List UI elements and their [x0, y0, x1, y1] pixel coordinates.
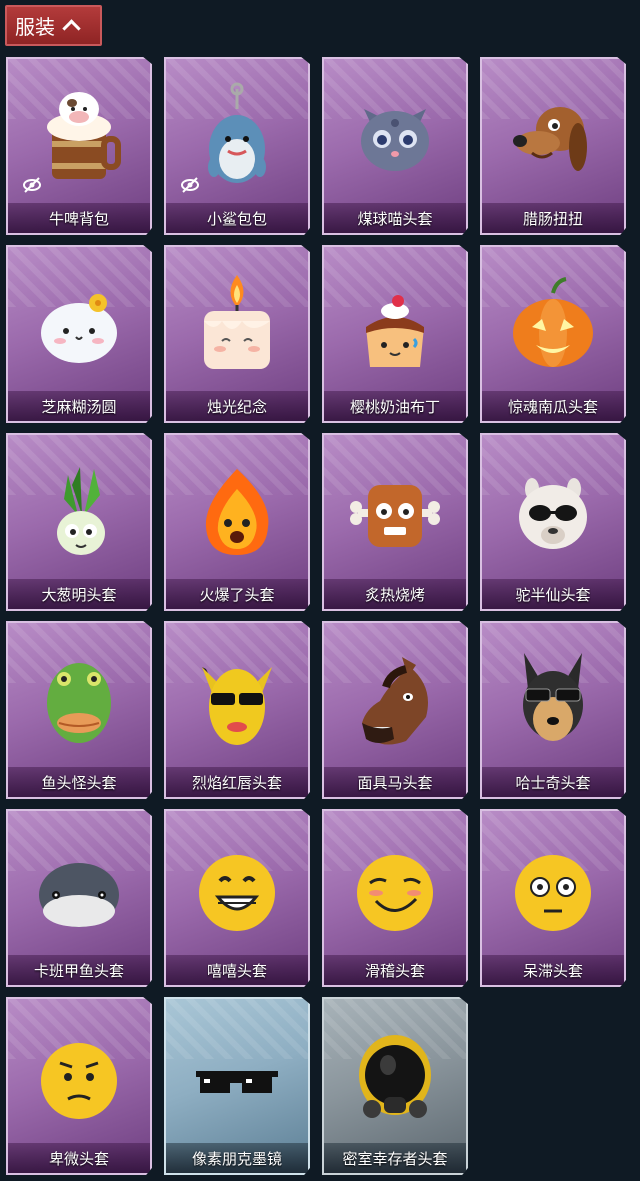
outfit-item-card[interactable]: 密室幸存者头套 — [322, 997, 468, 1175]
outfit-category-title: 服装 — [15, 15, 55, 39]
item-label: 牛啤背包 — [48, 209, 109, 228]
item-label: 火爆了头套 — [199, 585, 275, 604]
item-label-bar: 小鲨包包 — [166, 203, 308, 233]
item-label: 卡班甲鱼头套 — [33, 961, 124, 980]
fish-head-icon — [34, 643, 124, 753]
item-label-bar: 惊魂南瓜头套 — [482, 391, 624, 421]
outfit-item-card[interactable]: 腊肠扭扭 — [480, 57, 626, 235]
item-label: 驼半仙头套 — [515, 585, 591, 604]
shark-backpack-icon — [192, 79, 282, 189]
item-label: 大葱明头套 — [41, 585, 117, 604]
item-label-bar: 烈焰红唇头套 — [166, 767, 308, 797]
item-label-bar: 滑稽头套 — [324, 955, 466, 985]
item-label-bar: 驼半仙头套 — [482, 579, 624, 609]
item-label-bar: 芝麻糊汤圆 — [8, 391, 150, 421]
item-label-bar: 嘻嘻头套 — [166, 955, 308, 985]
outfit-item-card[interactable]: 烈焰红唇头套 — [164, 621, 310, 799]
item-label-bar: 腊肠扭扭 — [482, 203, 624, 233]
outfit-grid: 牛啤背包 小鲨包包 煤球喵头套 腊肠扭扭芝麻糊汤圆 烛光纪念 樱桃奶油布丁 惊魂南瓜头套大葱… — [6, 57, 626, 1175]
pumpkin-head-icon — [508, 267, 598, 377]
item-label-bar: 烛光纪念 — [166, 391, 308, 421]
item-label: 烛光纪念 — [206, 397, 267, 416]
outfit-item-card[interactable]: 樱桃奶油布丁 — [322, 245, 468, 423]
item-label-bar: 煤球喵头套 — [324, 203, 466, 233]
outfit-item-card[interactable]: 卡班甲鱼头套 — [6, 809, 152, 987]
outfit-item-card[interactable]: 大葱明头套 — [6, 433, 152, 611]
item-label-bar: 牛啤背包 — [8, 203, 150, 233]
outfit-item-card[interactable]: 呆滞头套 — [480, 809, 626, 987]
item-label: 炙热烧烤 — [364, 585, 425, 604]
rice-ball-icon — [34, 267, 124, 377]
outfit-item-card[interactable]: 嘻嘻头套 — [164, 809, 310, 987]
item-label: 鱼头怪头套 — [41, 773, 117, 792]
item-label: 哈士奇头套 — [515, 773, 591, 792]
outfit-item-card[interactable]: 哈士奇头套 — [480, 621, 626, 799]
outfit-item-card[interactable]: 像素朋克墨镜 — [164, 997, 310, 1175]
item-label: 樱桃奶油布丁 — [349, 397, 440, 416]
outfit-item-card[interactable]: 鱼头怪头套 — [6, 621, 152, 799]
humble-emoji-head-icon — [34, 1019, 124, 1129]
gas-mask-helmet-icon — [350, 1019, 440, 1129]
alpaca-sunglasses-head-icon — [508, 455, 598, 565]
item-label: 烈焰红唇头套 — [191, 773, 282, 792]
beer-mug-cow-icon — [34, 79, 124, 189]
item-label-bar: 鱼头怪头套 — [8, 767, 150, 797]
outfit-item-card[interactable]: 牛啤背包 — [6, 57, 152, 235]
outfit-item-card[interactable]: 烛光纪念 — [164, 245, 310, 423]
outfit-category-toggle[interactable]: 服装 — [5, 5, 102, 46]
outfit-item-card[interactable]: 小鲨包包 — [164, 57, 310, 235]
item-label: 芝麻糊汤圆 — [41, 397, 117, 416]
item-label-bar: 樱桃奶油布丁 — [324, 391, 466, 421]
item-label: 腊肠扭扭 — [522, 209, 583, 228]
horse-head-icon — [350, 643, 440, 753]
item-label: 卑微头套 — [48, 1149, 109, 1168]
item-label-bar: 火爆了头套 — [166, 579, 308, 609]
scallion-head-icon — [34, 455, 124, 565]
outfit-item-card[interactable]: 炙热烧烤 — [322, 433, 468, 611]
outfit-item-card[interactable]: 卑微头套 — [6, 997, 152, 1175]
item-label-bar: 哈士奇头套 — [482, 767, 624, 797]
outfit-item-card[interactable]: 火爆了头套 — [164, 433, 310, 611]
item-label: 面具马头套 — [357, 773, 433, 792]
item-label: 滑稽头套 — [364, 961, 425, 980]
item-label: 嘻嘻头套 — [206, 961, 267, 980]
husky-head-icon — [508, 643, 598, 753]
chevron-up-icon — [62, 19, 81, 38]
grey-cat-head-icon — [350, 79, 440, 189]
outfit-item-card[interactable]: 驼半仙头套 — [480, 433, 626, 611]
pixel-sunglasses-icon — [192, 1019, 282, 1129]
item-label: 惊魂南瓜头套 — [507, 397, 598, 416]
item-label: 呆滞头套 — [522, 961, 583, 980]
item-label-bar: 炙热烧烤 — [324, 579, 466, 609]
outfit-item-card[interactable]: 煤球喵头套 — [322, 57, 468, 235]
cherry-pudding-icon — [350, 267, 440, 377]
outfit-item-card[interactable]: 面具马头套 — [322, 621, 468, 799]
outfit-item-card[interactable]: 滑稽头套 — [322, 809, 468, 987]
grin-emoji-head-icon — [192, 831, 282, 941]
item-label-bar: 卑微头套 — [8, 1143, 150, 1173]
turtle-head-icon — [34, 831, 124, 941]
item-label-bar: 密室幸存者头套 — [324, 1143, 466, 1173]
item-label-bar: 大葱明头套 — [8, 579, 150, 609]
item-label: 煤球喵头套 — [357, 209, 433, 228]
hidden-eye-icon[interactable] — [22, 175, 42, 195]
item-label-bar: 像素朋克墨镜 — [166, 1143, 308, 1173]
item-label: 像素朋克墨镜 — [191, 1149, 282, 1168]
outfit-item-card[interactable]: 芝麻糊汤圆 — [6, 245, 152, 423]
item-label-bar: 呆滞头套 — [482, 955, 624, 985]
hidden-eye-icon[interactable] — [180, 175, 200, 195]
item-label: 小鲨包包 — [206, 209, 267, 228]
item-label-bar: 面具马头套 — [324, 767, 466, 797]
funny-emoji-head-icon — [350, 831, 440, 941]
outfit-item-card[interactable]: 惊魂南瓜头套 — [480, 245, 626, 423]
flame-head-icon — [192, 455, 282, 565]
yellow-mask-head-icon — [192, 643, 282, 753]
dachshund-head-icon — [508, 79, 598, 189]
candle-head-icon — [192, 267, 282, 377]
bbq-meat-head-icon — [350, 455, 440, 565]
dazed-emoji-head-icon — [508, 831, 598, 941]
item-label: 密室幸存者头套 — [342, 1149, 448, 1168]
item-label-bar: 卡班甲鱼头套 — [8, 955, 150, 985]
